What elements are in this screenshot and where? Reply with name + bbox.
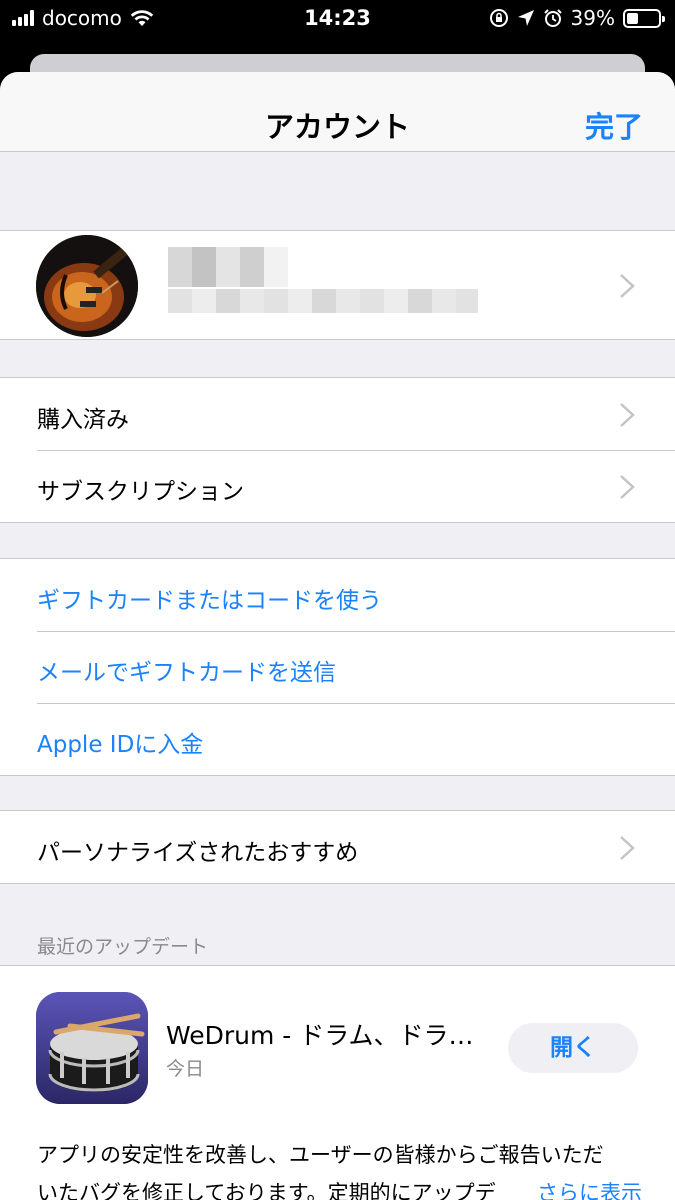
alarm-icon <box>543 9 562 27</box>
profile-row[interactable] <box>0 230 675 340</box>
release-notes: アプリの安定性を改善し、ユーザーの皆様からご報告いただ いたバグを修正しておりま… <box>37 1136 642 1200</box>
account-email-redacted <box>168 289 478 313</box>
account-name-redacted <box>168 247 288 287</box>
wedrum-app-icon[interactable] <box>36 992 148 1104</box>
row-label: メールでギフトカードを送信 <box>37 660 336 686</box>
app-name: WeDrum - ドラム、ドラ… <box>166 1021 474 1050</box>
row-personalized-recommendations[interactable]: パーソナライズされたおすすめ <box>0 811 675 883</box>
row-subscriptions[interactable]: サブスクリプション <box>0 450 675 522</box>
chevron-right-icon <box>620 475 635 499</box>
row-label: パーソナライズされたおすすめ <box>37 840 359 866</box>
nav-bar: アカウント 完了 <box>0 72 675 152</box>
row-label: 購入済み <box>37 407 129 433</box>
row-label: ギフトカードまたはコードを使う <box>37 588 382 614</box>
row-redeem-gift-card[interactable]: ギフトカードまたはコードを使う <box>0 559 675 631</box>
battery-percent: 39% <box>570 6 615 30</box>
recent-updates-header: 最近のアップデート <box>37 936 209 958</box>
row-label: サブスクリプション <box>37 479 244 505</box>
account-sheet: アカウント 完了 購入済み サブスクリプション ギフトカードまたはコードを使う … <box>0 72 675 1200</box>
release-notes-line-2: いたバグを修正しております。定期的にアップデ さらに表示 <box>37 1174 642 1200</box>
show-more-link[interactable]: さらに表示 <box>517 1174 642 1200</box>
row-send-gift-card[interactable]: メールでギフトカードを送信 <box>0 631 675 703</box>
guitar-image <box>36 235 138 337</box>
location-icon <box>517 10 534 26</box>
row-add-funds[interactable]: Apple IDに入金 <box>0 703 675 775</box>
row-label: Apple IDに入金 <box>37 732 204 758</box>
chevron-right-icon <box>620 403 635 427</box>
gift-group: ギフトカードまたはコードを使う メールでギフトカードを送信 Apple IDに入… <box>0 558 675 776</box>
chevron-right-icon <box>620 274 635 298</box>
open-app-button[interactable]: 開く <box>508 1023 638 1073</box>
row-purchased[interactable]: 購入済み <box>0 378 675 450</box>
status-bar: docomo 14:23 39% <box>0 0 675 40</box>
release-notes-line: アプリの安定性を改善し、ユーザーの皆様からご報告いただ <box>37 1143 604 1167</box>
release-notes-text: いたバグを修正しております。定期的にアップデ <box>37 1181 496 1200</box>
purchases-group: 購入済み サブスクリプション <box>0 377 675 523</box>
app-update-item: WeDrum - ドラム、ドラ… 今日 開く アプリの安定性を改善し、ユーザーの… <box>0 965 675 1200</box>
done-button[interactable]: 完了 <box>585 104 643 146</box>
battery-icon <box>623 8 665 28</box>
orientation-lock-icon <box>489 9 508 27</box>
personalized-group: パーソナライズされたおすすめ <box>0 810 675 884</box>
status-right: 39% <box>489 6 665 30</box>
avatar <box>36 235 138 337</box>
app-update-date: 今日 <box>166 1058 205 1080</box>
page-title: アカウント <box>264 110 410 144</box>
chevron-right-icon <box>620 836 635 860</box>
